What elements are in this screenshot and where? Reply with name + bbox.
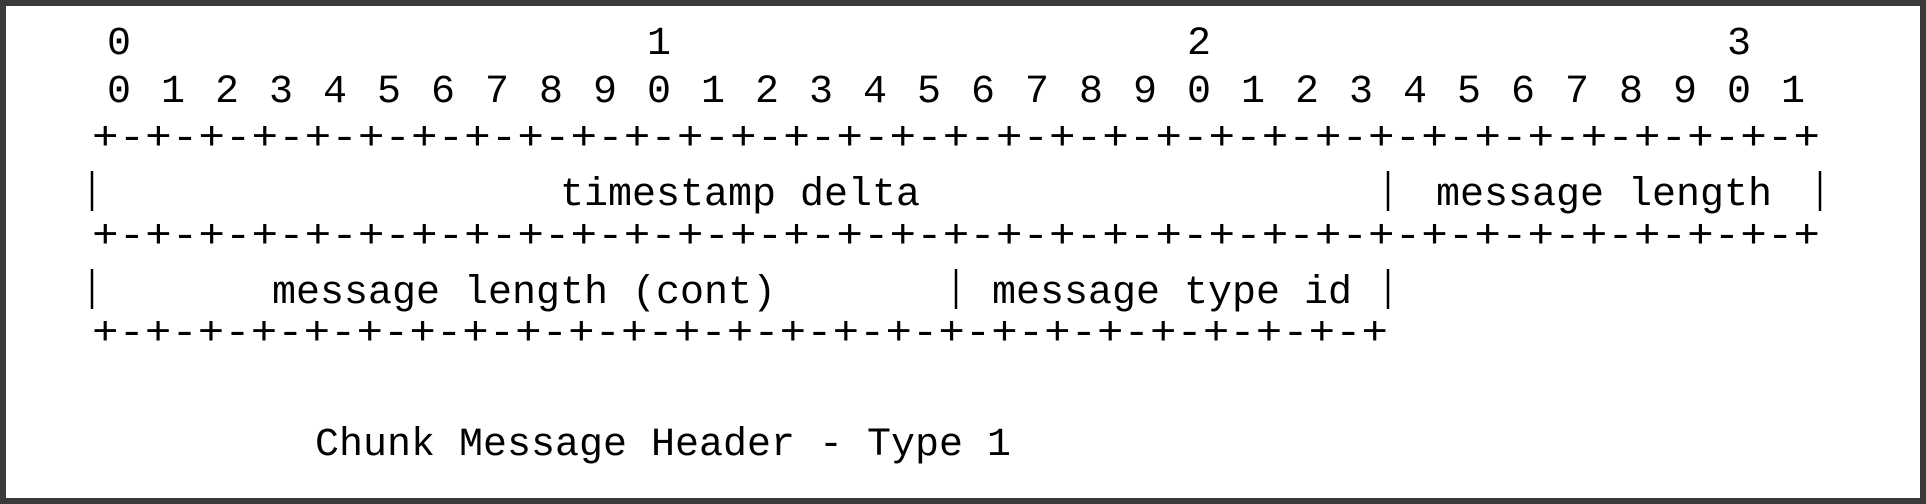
bit-ruler-unit-label: 2: [215, 70, 239, 115]
bit-ruler-unit-label: 2: [755, 70, 779, 115]
bit-ruler-unit-label: 3: [1349, 70, 1373, 115]
diagram-frame: 0123 01234567890123456789012345678901 +-…: [6, 6, 1920, 498]
bit-ruler-unit-label: 0: [1727, 70, 1751, 115]
bit-ruler-unit-label: 7: [1025, 70, 1049, 115]
bit-ruler-unit-label: 4: [323, 70, 347, 115]
row-separator-line: +-+-+-+-+-+-+-+-+-+-+-+-+-+-+-+-+-+-+-+-…: [92, 117, 1820, 162]
bit-ruler-unit-label: 6: [431, 70, 455, 115]
bit-ruler-unit-label: 5: [377, 70, 401, 115]
bit-ruler-unit-label: 3: [269, 70, 293, 115]
field-label: message length: [1436, 173, 1772, 218]
bit-ruler-unit-label: 8: [539, 70, 563, 115]
bit-ruler-unit-label: 7: [485, 70, 509, 115]
bit-ruler-unit-label: 5: [1457, 70, 1481, 115]
bit-ruler-tens-label: 2: [1187, 22, 1211, 67]
bit-ruler-tens-label: 3: [1727, 22, 1751, 67]
bit-ruler-tens-label: 1: [647, 22, 671, 67]
field-label: message type id: [992, 271, 1352, 316]
packet-diagram: 0123 01234567890123456789012345678901 +-…: [90, 22, 1822, 468]
diagram-caption: Chunk Message Header - Type 1: [315, 423, 1011, 468]
bit-ruler-unit-label: 1: [161, 70, 185, 115]
bit-ruler-unit-label: 7: [1565, 70, 1589, 115]
bit-ruler-unit-label: 5: [917, 70, 941, 115]
bit-ruler-unit-label: 2: [1295, 70, 1319, 115]
row-separators: +-+-+-+-+-+-+-+-+-+-+-+-+-+-+-+-+-+-+-+-…: [92, 117, 1820, 357]
bit-ruler-unit-label: 4: [1403, 70, 1427, 115]
bit-ruler-unit-label: 9: [1133, 70, 1157, 115]
bit-ruler-unit-label: 8: [1619, 70, 1643, 115]
bit-ruler-units: 01234567890123456789012345678901: [107, 70, 1805, 115]
row-separator-line: +-+-+-+-+-+-+-+-+-+-+-+-+-+-+-+-+-+-+-+-…: [92, 312, 1388, 357]
bit-ruler-unit-label: 0: [1187, 70, 1211, 115]
bit-ruler-tens: 0 1 2 3: [107, 22, 1751, 67]
bit-ruler-unit-label: 9: [1673, 70, 1697, 115]
bit-ruler-unit-label: 1: [701, 70, 725, 115]
bit-ruler-unit-label: 6: [971, 70, 995, 115]
bit-ruler-unit-label: 3: [809, 70, 833, 115]
bit-ruler-unit-label: 1: [1241, 70, 1265, 115]
bit-ruler-unit-label: 4: [863, 70, 887, 115]
bit-ruler-unit-label: 9: [593, 70, 617, 115]
bit-ruler-unit-label: 1: [1781, 70, 1805, 115]
header-row: message length (cont) message type id: [90, 269, 1390, 316]
bit-ruler-unit-label: 0: [107, 70, 131, 115]
row-separator-line: +-+-+-+-+-+-+-+-+-+-+-+-+-+-+-+-+-+-+-+-…: [92, 215, 1820, 260]
header-row: timestamp delta message length: [90, 171, 1822, 218]
bit-ruler-tens-label: 0: [107, 22, 131, 67]
field-label: timestamp delta: [560, 173, 920, 218]
bit-ruler-unit-label: 6: [1511, 70, 1535, 115]
bit-ruler-unit-label: 8: [1079, 70, 1103, 115]
field-label: message length (cont): [272, 271, 776, 316]
bit-ruler-unit-label: 0: [647, 70, 671, 115]
